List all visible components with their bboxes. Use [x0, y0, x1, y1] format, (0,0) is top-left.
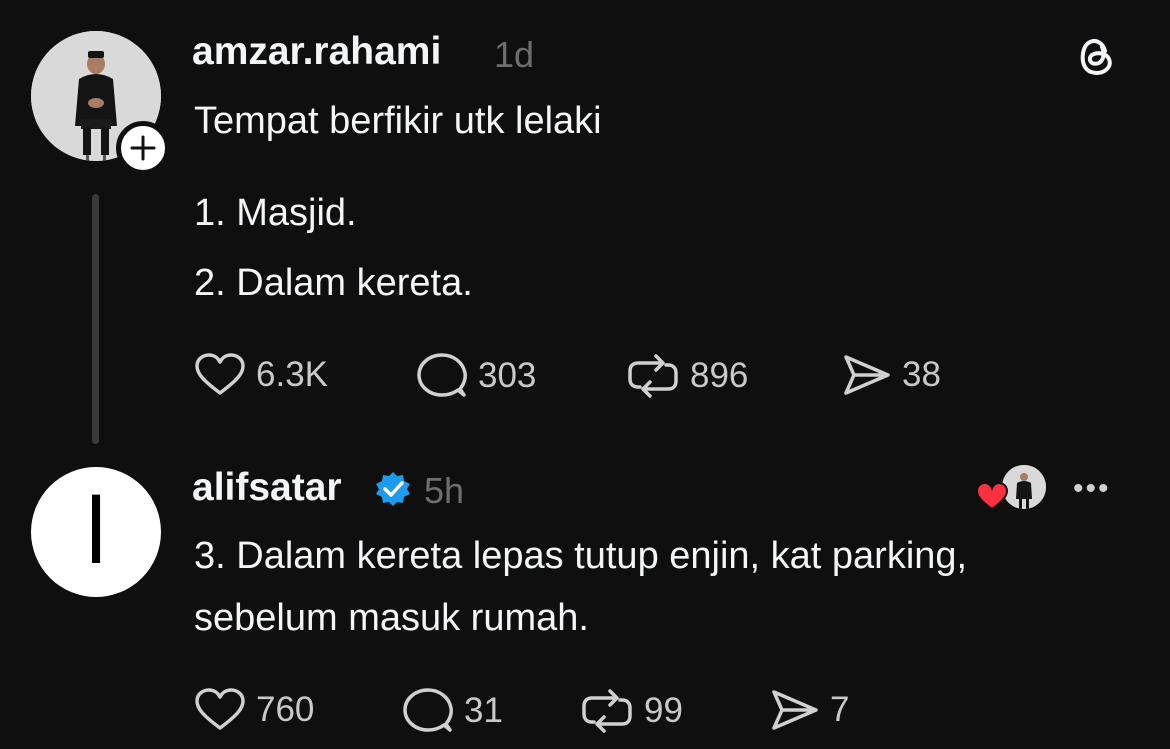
liked-by-author-indicator	[975, 463, 1050, 513]
reply-like-button[interactable]: 760	[194, 688, 314, 732]
heart-icon	[195, 353, 245, 395]
repost-count: 896	[690, 356, 749, 395]
reply-button[interactable]: 303	[416, 353, 536, 399]
follow-button[interactable]	[116, 121, 170, 175]
send-icon	[772, 690, 818, 730]
verified-badge-icon	[374, 470, 412, 513]
repost-button[interactable]: 896	[626, 353, 748, 399]
reply-repost-button[interactable]: 99	[580, 688, 683, 734]
more-options-button[interactable]: •••	[1073, 472, 1111, 506]
like-count: 6.3K	[256, 355, 328, 394]
threads-icon	[1080, 39, 1112, 75]
repost-icon	[628, 354, 678, 398]
comment-icon	[417, 353, 467, 397]
heart-liked-icon	[975, 481, 1009, 511]
reply-count: 303	[478, 356, 537, 395]
post-username[interactable]: amzar.rahami	[192, 30, 441, 74]
reply-repost-count: 99	[644, 691, 683, 730]
reply-username[interactable]: alifsatar	[192, 466, 342, 510]
like-button[interactable]: 6.3K	[194, 353, 328, 397]
post-line-3: 2. Dalam kereta.	[194, 262, 473, 304]
share-count: 38	[902, 355, 941, 394]
thread-connector-line	[92, 194, 99, 444]
send-icon	[844, 355, 890, 395]
avatar-glyph: ا	[83, 479, 109, 585]
reply-share-button[interactable]: 7	[768, 688, 849, 732]
share-button[interactable]: 38	[840, 353, 941, 397]
post-line-2: 1. Masjid.	[194, 192, 357, 234]
reply-reply-count: 31	[464, 691, 503, 730]
threads-logo-icon[interactable]	[1072, 31, 1120, 84]
avatar-alifsatar[interactable]: ا	[31, 467, 161, 597]
reply-timestamp: 5h	[424, 470, 465, 511]
post-line-1: Tempat berfikir utk lelaki	[194, 100, 602, 142]
reply-line-1: 3. Dalam kereta lepas tutup enjin, kat p…	[194, 535, 968, 577]
post-timestamp: 1d	[494, 34, 535, 75]
comment-icon	[403, 688, 453, 732]
reply-line-2: sebelum masuk rumah.	[194, 597, 589, 639]
plus-icon	[130, 135, 156, 161]
repost-icon	[582, 689, 632, 733]
reply-share-count: 7	[830, 690, 850, 729]
reply-reply-button[interactable]: 31	[402, 688, 503, 734]
reply-like-count: 760	[256, 690, 315, 729]
heart-icon	[195, 688, 245, 730]
